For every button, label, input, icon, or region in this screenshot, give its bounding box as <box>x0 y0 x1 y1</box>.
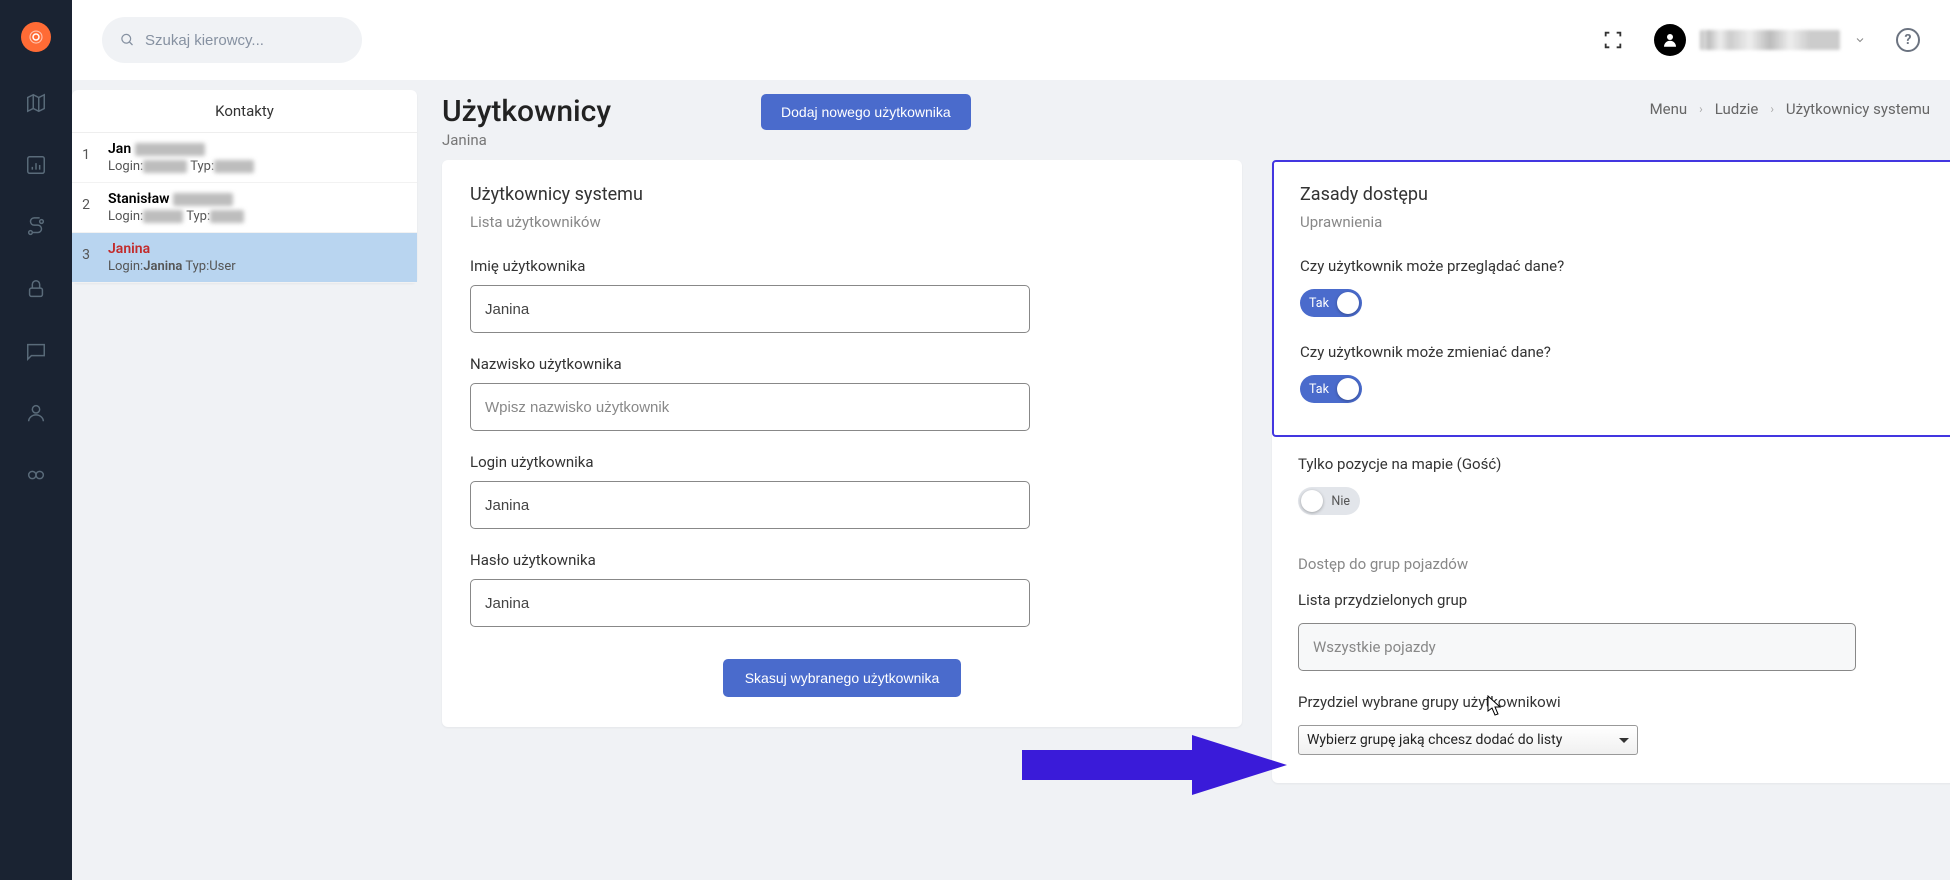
contact-row[interactable]: 1 Jan Login: Typ: <box>72 133 417 183</box>
first-name-input[interactable] <box>470 285 1030 333</box>
login-label: Login użytkownika <box>470 453 1214 471</box>
annotation-arrow <box>1022 730 1302 804</box>
can-edit-toggle[interactable]: Tak <box>1300 375 1362 403</box>
contact-name: Stanisław <box>108 191 169 207</box>
toggle-knob <box>1337 378 1359 400</box>
search-icon <box>120 31 135 49</box>
route-icon[interactable] <box>25 216 47 238</box>
fullscreen-icon[interactable] <box>1602 29 1624 51</box>
app-logo[interactable] <box>21 22 51 52</box>
login-input[interactable] <box>470 481 1030 529</box>
access-title: Zasady dostępu <box>1300 184 1950 205</box>
sidebar-nav <box>0 0 72 880</box>
user-form-card: Użytkownicy systemu Lista użytkowników I… <box>442 160 1242 727</box>
breadcrumb-item[interactable]: Ludzie <box>1715 100 1759 118</box>
top-header: ? <box>72 0 1950 80</box>
contacts-panel: Kontakty 1 Jan Login: Typ: 2 Stanisław L… <box>72 90 417 283</box>
breadcrumb-item[interactable]: Użytkownicy systemu <box>1786 100 1930 118</box>
search-wrap <box>102 17 362 63</box>
chevron-down-icon <box>1854 34 1866 46</box>
avatar <box>1654 24 1686 56</box>
page-title: Użytkownicy <box>442 94 611 129</box>
add-user-button[interactable]: Dodaj nowego użytkownika <box>761 94 971 130</box>
access-subtitle: Uprawnienia <box>1300 213 1950 231</box>
user-name <box>1700 30 1840 50</box>
toggle-knob <box>1337 292 1359 314</box>
assigned-groups-label: Lista przydzielonych grup <box>1298 591 1950 609</box>
map-only-label: Tylko pozycje na mapie (Gość) <box>1298 455 1950 473</box>
person-icon[interactable] <box>25 402 47 424</box>
access-panel: Zasady dostępu Uprawnienia Czy użytkowni… <box>1272 160 1950 783</box>
toggle-knob <box>1301 490 1323 512</box>
last-name-input[interactable] <box>470 383 1030 431</box>
assign-select-label: Przydziel wybrane grupy użytkownikowi <box>1298 693 1950 711</box>
row-index: 1 <box>72 141 100 174</box>
row-index: 2 <box>72 191 100 224</box>
group-access-label: Dostęp do grup pojazdów <box>1298 555 1950 573</box>
row-index: 3 <box>72 241 100 274</box>
first-name-label: Imię użytkownika <box>470 257 1214 275</box>
user-menu[interactable] <box>1654 24 1866 56</box>
contact-name: Jan <box>108 141 131 157</box>
breadcrumb-item[interactable]: Menu <box>1650 100 1688 118</box>
chevron-right-icon: › <box>1770 102 1774 116</box>
page-subtitle: Janina <box>442 131 611 149</box>
content-area: Kontakty 1 Jan Login: Typ: 2 Stanisław L… <box>72 80 1950 880</box>
contact-row[interactable]: 2 Stanisław Login: Typ: <box>72 183 417 233</box>
map-only-toggle[interactable]: Nie <box>1298 487 1360 515</box>
lock-icon[interactable] <box>25 278 47 300</box>
can-edit-label: Czy użytkownik może zmieniać dane? <box>1300 343 1950 361</box>
delete-user-button[interactable]: Skasuj wybranego użytkownika <box>723 659 962 697</box>
password-label: Hasło użytkownika <box>470 551 1214 569</box>
password-input[interactable] <box>470 579 1030 627</box>
report-icon[interactable] <box>25 154 47 176</box>
message-icon[interactable] <box>25 340 47 362</box>
assign-group-select[interactable]: Wybierz grupę jaką chcesz dodać do listy <box>1298 725 1638 755</box>
assigned-groups-box[interactable]: Wszystkie pojazdy <box>1298 623 1856 671</box>
breadcrumb: Menu › Ludzie › Użytkownicy systemu <box>1650 94 1930 118</box>
chevron-right-icon: › <box>1699 102 1703 116</box>
card-title: Użytkownicy systemu <box>470 184 1214 205</box>
can-view-toggle[interactable]: Tak <box>1300 289 1362 317</box>
can-view-label: Czy użytkownik może przeglądać dane? <box>1300 257 1950 275</box>
link-icon[interactable] <box>25 464 47 486</box>
map-icon[interactable] <box>25 92 47 114</box>
help-button[interactable]: ? <box>1896 28 1920 52</box>
contact-name: Janina <box>108 241 150 257</box>
permissions-section: Zasady dostępu Uprawnienia Czy użytkowni… <box>1272 160 1950 437</box>
contact-row[interactable]: 3 Janina Login:Janina Typ:User <box>72 233 417 283</box>
search-input[interactable] <box>145 32 344 49</box>
last-name-label: Nazwisko użytkownika <box>470 355 1214 373</box>
contacts-header: Kontakty <box>72 90 417 133</box>
page-head: Użytkownicy Janina Dodaj nowego użytkown… <box>442 94 1930 149</box>
card-subtitle: Lista użytkowników <box>470 213 1214 231</box>
